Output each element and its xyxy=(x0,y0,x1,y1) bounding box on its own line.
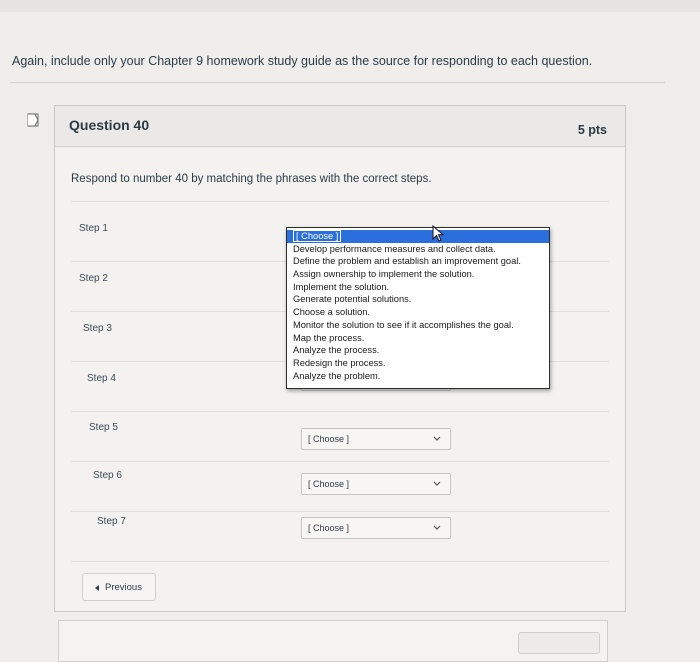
step-label: Step 3 xyxy=(83,323,112,334)
chevron-down-icon xyxy=(433,481,441,486)
bookmark-flag-icon[interactable] xyxy=(26,113,40,127)
step-label: Step 4 xyxy=(87,373,116,384)
match-row: Step 7 [ Choose ] xyxy=(71,511,609,562)
match-row: Step 5 [ Choose ] xyxy=(71,411,609,462)
step-1-dropdown-list[interactable]: [ Choose ] Develop performance measures … xyxy=(286,227,550,389)
dropdown-option[interactable]: [ Choose ] xyxy=(287,230,549,243)
mouse-cursor-icon xyxy=(432,225,445,242)
question-header: Question 40 5 pts xyxy=(55,106,625,147)
match-row: Step 6 [ Choose ] xyxy=(71,461,609,512)
chevron-down-icon xyxy=(433,525,441,530)
step-label: Step 5 xyxy=(89,422,118,433)
dropdown-option[interactable]: Analyze the process. xyxy=(287,344,549,357)
step-label: Step 7 xyxy=(97,516,126,527)
dropdown-option[interactable]: Assign ownership to implement the soluti… xyxy=(287,268,549,281)
step-6-select[interactable]: [ Choose ] xyxy=(301,473,451,495)
dropdown-option[interactable]: Map the process. xyxy=(287,332,549,345)
step-5-select[interactable]: [ Choose ] xyxy=(301,428,451,450)
step-label: Step 1 xyxy=(79,223,108,234)
previous-button[interactable]: Previous xyxy=(82,573,156,601)
previous-label: Previous xyxy=(105,582,142,593)
select-value: [ Choose ] xyxy=(308,434,350,444)
dropdown-option[interactable]: Define the problem and establish an impr… xyxy=(287,255,549,268)
instructions-text: Again, include only your Chapter 9 homew… xyxy=(12,54,593,68)
select-value: [ Choose ] xyxy=(308,479,350,489)
dropdown-option[interactable]: Analyze the problem. xyxy=(287,370,549,383)
dropdown-option[interactable]: Generate potential solutions. xyxy=(287,293,549,306)
step-label: Step 6 xyxy=(93,470,122,481)
select-value: [ Choose ] xyxy=(308,523,350,533)
divider xyxy=(10,82,665,83)
top-banner-cutoff xyxy=(0,0,700,12)
dropdown-option[interactable]: Develop performance measures and collect… xyxy=(287,243,549,256)
next-button[interactable] xyxy=(518,632,600,654)
arrow-left-icon xyxy=(95,585,99,591)
dropdown-option[interactable]: Implement the solution. xyxy=(287,281,549,294)
step-label: Step 2 xyxy=(79,273,108,284)
dropdown-option[interactable]: Choose a solution. xyxy=(287,306,549,319)
step-7-select[interactable]: [ Choose ] xyxy=(301,517,451,539)
chevron-down-icon xyxy=(433,436,441,441)
question-title: Question 40 xyxy=(69,117,150,133)
question-prompt: Respond to number 40 by matching the phr… xyxy=(71,173,432,185)
divider xyxy=(71,201,609,202)
dropdown-option[interactable]: Redesign the process. xyxy=(287,357,549,370)
question-points: 5 pts xyxy=(577,123,607,137)
dropdown-option[interactable]: Monitor the solution to see if it accomp… xyxy=(287,319,549,332)
